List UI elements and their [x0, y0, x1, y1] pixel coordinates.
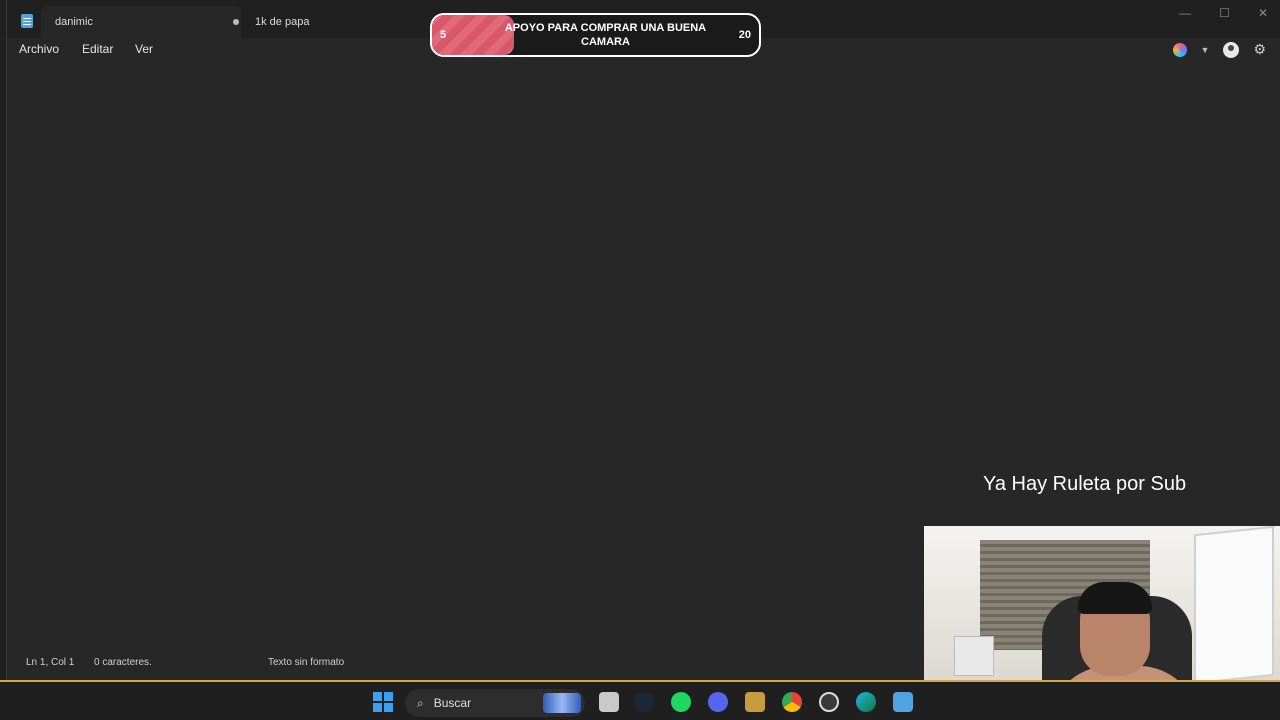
webcam-person-hair — [1078, 582, 1152, 614]
minimize-icon[interactable]: — — [1179, 6, 1191, 20]
goal-title: APOYO PARA COMPRAR UNA BUENA CAMARA — [504, 22, 707, 48]
copilot-icon[interactable] — [1172, 42, 1187, 57]
search-highlight-image — [543, 693, 581, 713]
taskbar: ⌕ Buscar — [0, 680, 1280, 720]
file-explorer-icon[interactable] — [599, 692, 619, 712]
edge-icon[interactable] — [856, 692, 876, 712]
unsaved-dot-icon — [233, 19, 239, 25]
notepad-taskbar-icon[interactable] — [893, 692, 913, 712]
maximize-icon[interactable]: ☐ — [1219, 6, 1230, 20]
cursor-position: Ln 1, Col 1 — [26, 657, 75, 668]
menu-ver[interactable]: Ver — [135, 42, 153, 56]
goal-current: 5 — [440, 29, 447, 41]
tab-danimic[interactable]: danimic — [41, 6, 241, 38]
goal-target: 20 — [738, 29, 751, 41]
search-label: Buscar — [433, 696, 472, 710]
close-icon[interactable]: ✕ — [1258, 6, 1268, 20]
text-format: Texto sin formato — [268, 657, 345, 668]
webcam-whiteboard — [1194, 526, 1274, 685]
goal-bar: 5 APOYO PARA COMPRAR UNA BUENA CAMARA 20 — [430, 13, 761, 57]
account-avatar[interactable] — [1223, 41, 1240, 58]
chevron-down-icon[interactable]: ▼ — [1201, 45, 1210, 55]
tab-1k-de-papa[interactable]: 1k de papa — [243, 6, 433, 38]
league-icon[interactable] — [745, 692, 765, 712]
gear-icon[interactable]: ⚙ — [1253, 41, 1266, 58]
obs-icon[interactable] — [819, 692, 839, 712]
spotify-icon[interactable] — [671, 692, 691, 712]
menu-archivo[interactable]: Archivo — [19, 42, 59, 56]
discord-icon[interactable] — [708, 692, 728, 712]
notepad-icon — [21, 14, 33, 28]
ruleta-overlay-text: Ya Hay Ruleta por Sub — [983, 473, 1187, 495]
webcam-shelf — [954, 636, 994, 676]
tab-label: danimic — [55, 16, 93, 28]
menu-editar[interactable]: Editar — [82, 42, 113, 56]
tab-label: 1k de papa — [255, 16, 310, 28]
window-controls: — ☐ ✕ — [1179, 6, 1268, 20]
windows-start-icon[interactable] — [373, 692, 393, 712]
taskbar-search[interactable]: ⌕ Buscar — [405, 689, 585, 717]
chrome-icon[interactable] — [782, 692, 802, 712]
screen: danimic 1k de papa — ☐ ✕ Archivo Editar … — [0, 0, 1280, 720]
right-toolbar: ▼ ⚙ — [1172, 41, 1266, 58]
steam-icon[interactable] — [634, 692, 654, 712]
char-count: 0 caracteres. — [94, 657, 152, 668]
search-icon: ⌕ — [417, 695, 424, 710]
